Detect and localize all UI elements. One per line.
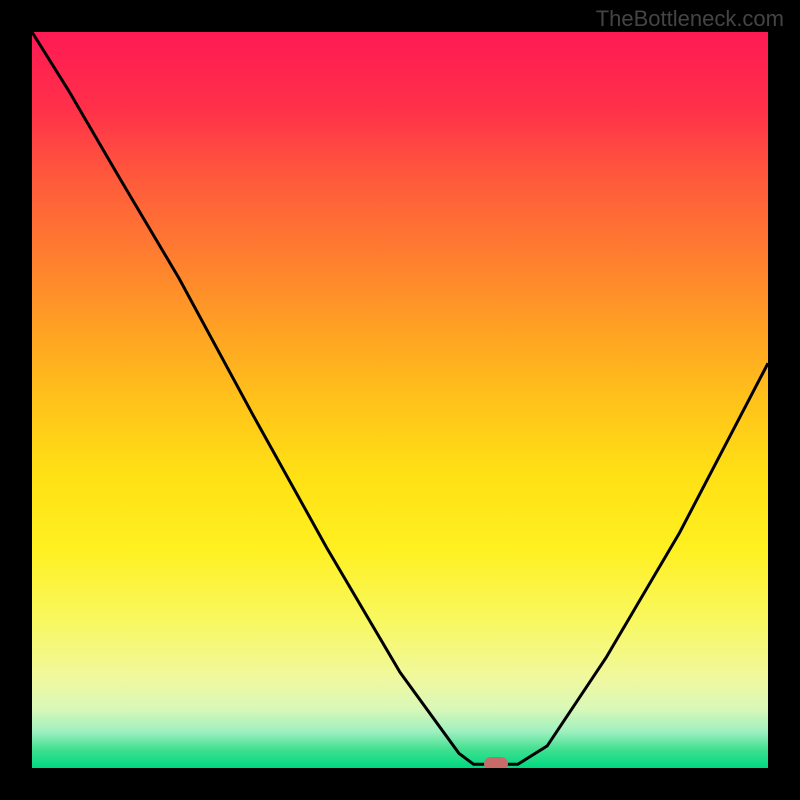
- bottleneck-curve-path: [32, 32, 768, 764]
- chart-plot-area: [32, 32, 768, 768]
- optimal-point-marker: [484, 757, 508, 768]
- watermark-text: TheBottleneck.com: [596, 6, 784, 32]
- chart-curve-svg: [32, 32, 768, 768]
